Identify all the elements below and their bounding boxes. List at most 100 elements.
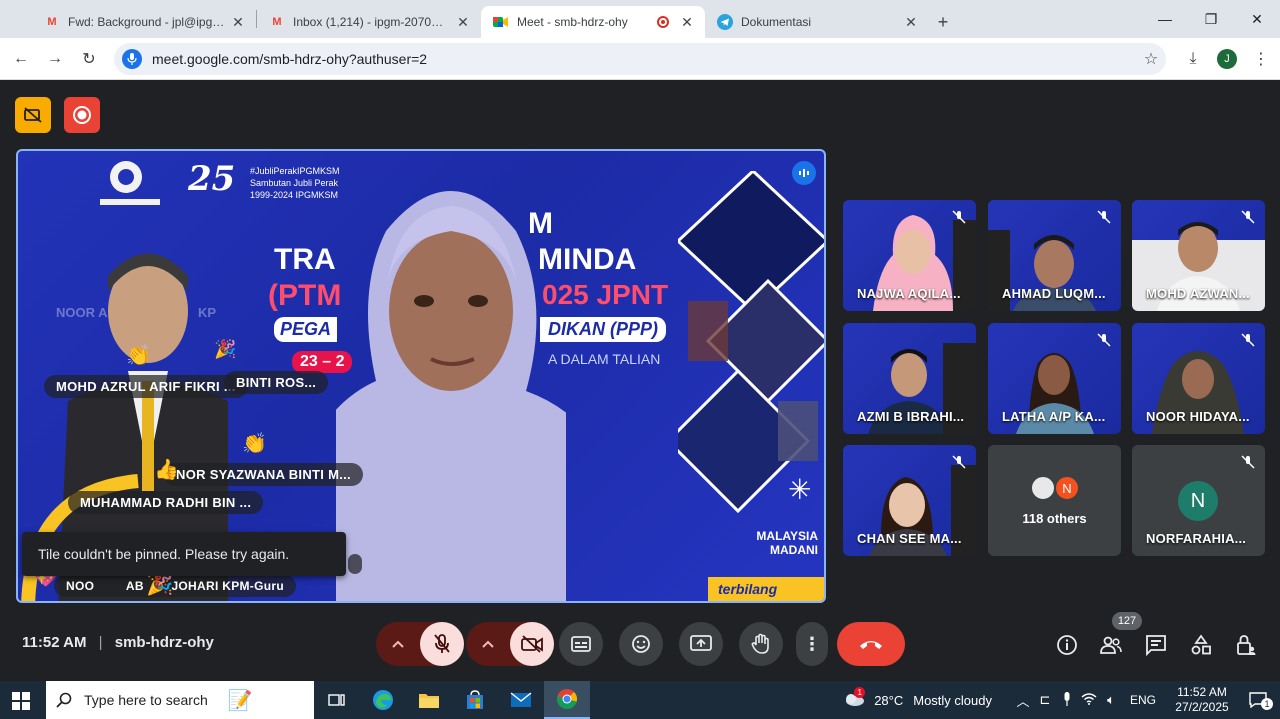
maximize-button[interactable]: ❐: [1188, 0, 1234, 38]
more-options-button[interactable]: ⋮: [796, 622, 828, 666]
malaysia-madani-logo: MALAYSIA MADANI: [756, 529, 818, 557]
participant-tile[interactable]: LATHA A/P KA...: [988, 323, 1121, 434]
tab-gmail-inbox[interactable]: M Inbox (1,214) - ipgm-2070@moe ✕: [257, 6, 481, 38]
weather-description[interactable]: Mostly cloudy: [913, 693, 992, 708]
telegram-icon: [717, 14, 733, 30]
participant-name: NOOR HIDAYA...: [1146, 409, 1250, 424]
taskbar-search-box[interactable]: Type here to search 📝: [46, 681, 314, 719]
windows-start-icon[interactable]: [12, 692, 30, 715]
reaction-name-part: AB: [125, 579, 144, 593]
minimize-button[interactable]: —: [1142, 0, 1188, 38]
participant-tile[interactable]: CHAN SEE MA...: [843, 445, 976, 556]
language-indicator[interactable]: ENG: [1130, 693, 1156, 707]
people-button[interactable]: [1099, 633, 1123, 657]
banner-hashtag: #JubliPerakIPGMKSM: [250, 166, 340, 176]
mic-off-icon: [1241, 455, 1255, 469]
edge-icon[interactable]: [360, 681, 406, 719]
present-screen-button[interactable]: [679, 622, 723, 666]
mic-off-icon: [1241, 210, 1255, 224]
participant-name: AHMAD LUQM...: [1002, 286, 1106, 301]
speaker-icon[interactable]: 🔈︎: [1100, 692, 1122, 708]
recording-indicator-icon[interactable]: [64, 97, 100, 133]
back-button[interactable]: ←: [4, 42, 38, 76]
reaction-name-part: JOHARI KPM-Guru: [171, 579, 284, 593]
present-icon: [690, 635, 712, 651]
reactions-button[interactable]: [619, 622, 663, 666]
sparkle-icon: ✳: [788, 474, 812, 505]
address-bar[interactable]: meet.google.com/smb-hdrz-ohy?authuser=2 …: [114, 42, 1166, 75]
banner-sub1: Sambutan Jubli Perak: [250, 178, 339, 188]
meeting-details-button[interactable]: [1055, 633, 1079, 657]
participant-tile[interactable]: N NORFARAHIA...: [1132, 445, 1265, 556]
task-view-icon[interactable]: [314, 681, 360, 719]
watermark-name: NOOR A: [56, 305, 108, 320]
participant-name: NORFARAHIA...: [1146, 531, 1247, 546]
activities-button[interactable]: [1189, 633, 1213, 657]
meeting-time: 11:52 AM: [22, 634, 87, 651]
notification-center-icon[interactable]: 1: [1236, 692, 1280, 710]
wifi-icon[interactable]: [1078, 692, 1100, 708]
microsoft-store-icon[interactable]: [452, 681, 498, 719]
participant-tile[interactable]: AZMI B IBRAHI...: [843, 323, 976, 434]
taskbar-clock[interactable]: 11:52 AM 27/2/2025: [1168, 685, 1236, 715]
captions-off-icon[interactable]: [15, 97, 51, 133]
profile-button[interactable]: J: [1210, 42, 1244, 76]
chat-button[interactable]: [1144, 633, 1168, 657]
browser-toolbar: ← → ↻ meet.google.com/smb-hdrz-ohy?authu…: [0, 38, 1280, 80]
close-icon[interactable]: ✕: [230, 14, 246, 31]
menu-dots-icon[interactable]: ⋮: [1244, 42, 1278, 76]
participant-tile[interactable]: AHMAD LUQM...: [988, 200, 1121, 311]
close-icon[interactable]: ✕: [455, 14, 471, 31]
file-explorer-icon[interactable]: [406, 681, 452, 719]
tab-dokumentasi[interactable]: Dokumentasi ✕: [705, 6, 929, 38]
close-window-button[interactable]: ✕: [1234, 0, 1280, 38]
captions-button[interactable]: [559, 622, 603, 666]
reaction-name-chip-hidden: [348, 554, 362, 574]
mic-toggle-button[interactable]: [420, 622, 464, 666]
people-icon: [1100, 636, 1122, 654]
avatar: J: [1217, 48, 1237, 69]
chrome-icon[interactable]: [544, 681, 590, 719]
star-icon[interactable]: ☆: [1136, 49, 1166, 69]
system-tray: 1 28°C Mostly cloudy ︿ ⊏ 🔈︎ ENG 11:52 AM…: [842, 681, 1280, 719]
tab-gmail-background[interactable]: M Fwd: Background - jpl@ipgmksm ✕: [32, 6, 256, 38]
download-icon[interactable]: ⤓: [1176, 42, 1210, 76]
usb-device-icon[interactable]: ⊏: [1034, 692, 1056, 708]
reload-button[interactable]: ↻: [72, 42, 106, 76]
weather-icon[interactable]: 1: [842, 686, 870, 710]
camera-off-icon: [521, 635, 543, 653]
participant-tile[interactable]: NOOR HIDAYA...: [1132, 323, 1265, 434]
others-count-label: 118 others: [1022, 511, 1087, 526]
reaction-name-chip: MOHD AZRUL ARIF FIKRI ...: [44, 375, 248, 398]
mic-off-icon: [952, 210, 966, 224]
tray-overflow-chevron-icon[interactable]: ︿: [1012, 691, 1034, 710]
gmail-icon: M: [272, 16, 282, 28]
host-controls-button[interactable]: [1234, 633, 1258, 657]
microphone-site-icon[interactable]: [122, 48, 142, 69]
close-icon[interactable]: ✕: [679, 14, 695, 31]
mail-icon[interactable]: [498, 681, 544, 719]
mic-options-chevron-icon[interactable]: [376, 622, 420, 666]
camera-control-group: [466, 622, 554, 666]
leave-call-button[interactable]: [837, 622, 905, 666]
participant-name: CHAN SEE MA...: [857, 531, 962, 546]
participant-tile[interactable]: NAJWA AQILA...: [843, 200, 976, 311]
forward-button[interactable]: →: [38, 42, 72, 76]
close-icon[interactable]: ✕: [903, 14, 919, 31]
meeting-code: smb-hdrz-ohy: [114, 634, 214, 651]
new-tab-button[interactable]: +: [929, 6, 957, 38]
microphone-tray-icon[interactable]: [1056, 691, 1078, 709]
weather-temperature[interactable]: 28°C: [874, 693, 903, 708]
avatar: N: [1178, 481, 1218, 521]
people-count-badge: 127: [1112, 612, 1142, 630]
participant-tile[interactable]: MOHD AZWAN...: [1132, 200, 1265, 311]
camera-toggle-button[interactable]: [510, 622, 554, 666]
tab-meet[interactable]: Meet - smb-hdrz-ohy ✕: [481, 6, 705, 38]
raise-hand-button[interactable]: [739, 622, 783, 666]
tab-title: Inbox (1,214) - ipgm-2070@moe: [293, 15, 455, 29]
camera-options-chevron-icon[interactable]: [466, 622, 510, 666]
others-tile[interactable]: N 118 others: [988, 445, 1121, 556]
recording-icon: [657, 16, 669, 28]
meeting-info: 11:52 AM | smb-hdrz-ohy: [22, 634, 214, 651]
mic-off-icon: [1097, 333, 1111, 347]
